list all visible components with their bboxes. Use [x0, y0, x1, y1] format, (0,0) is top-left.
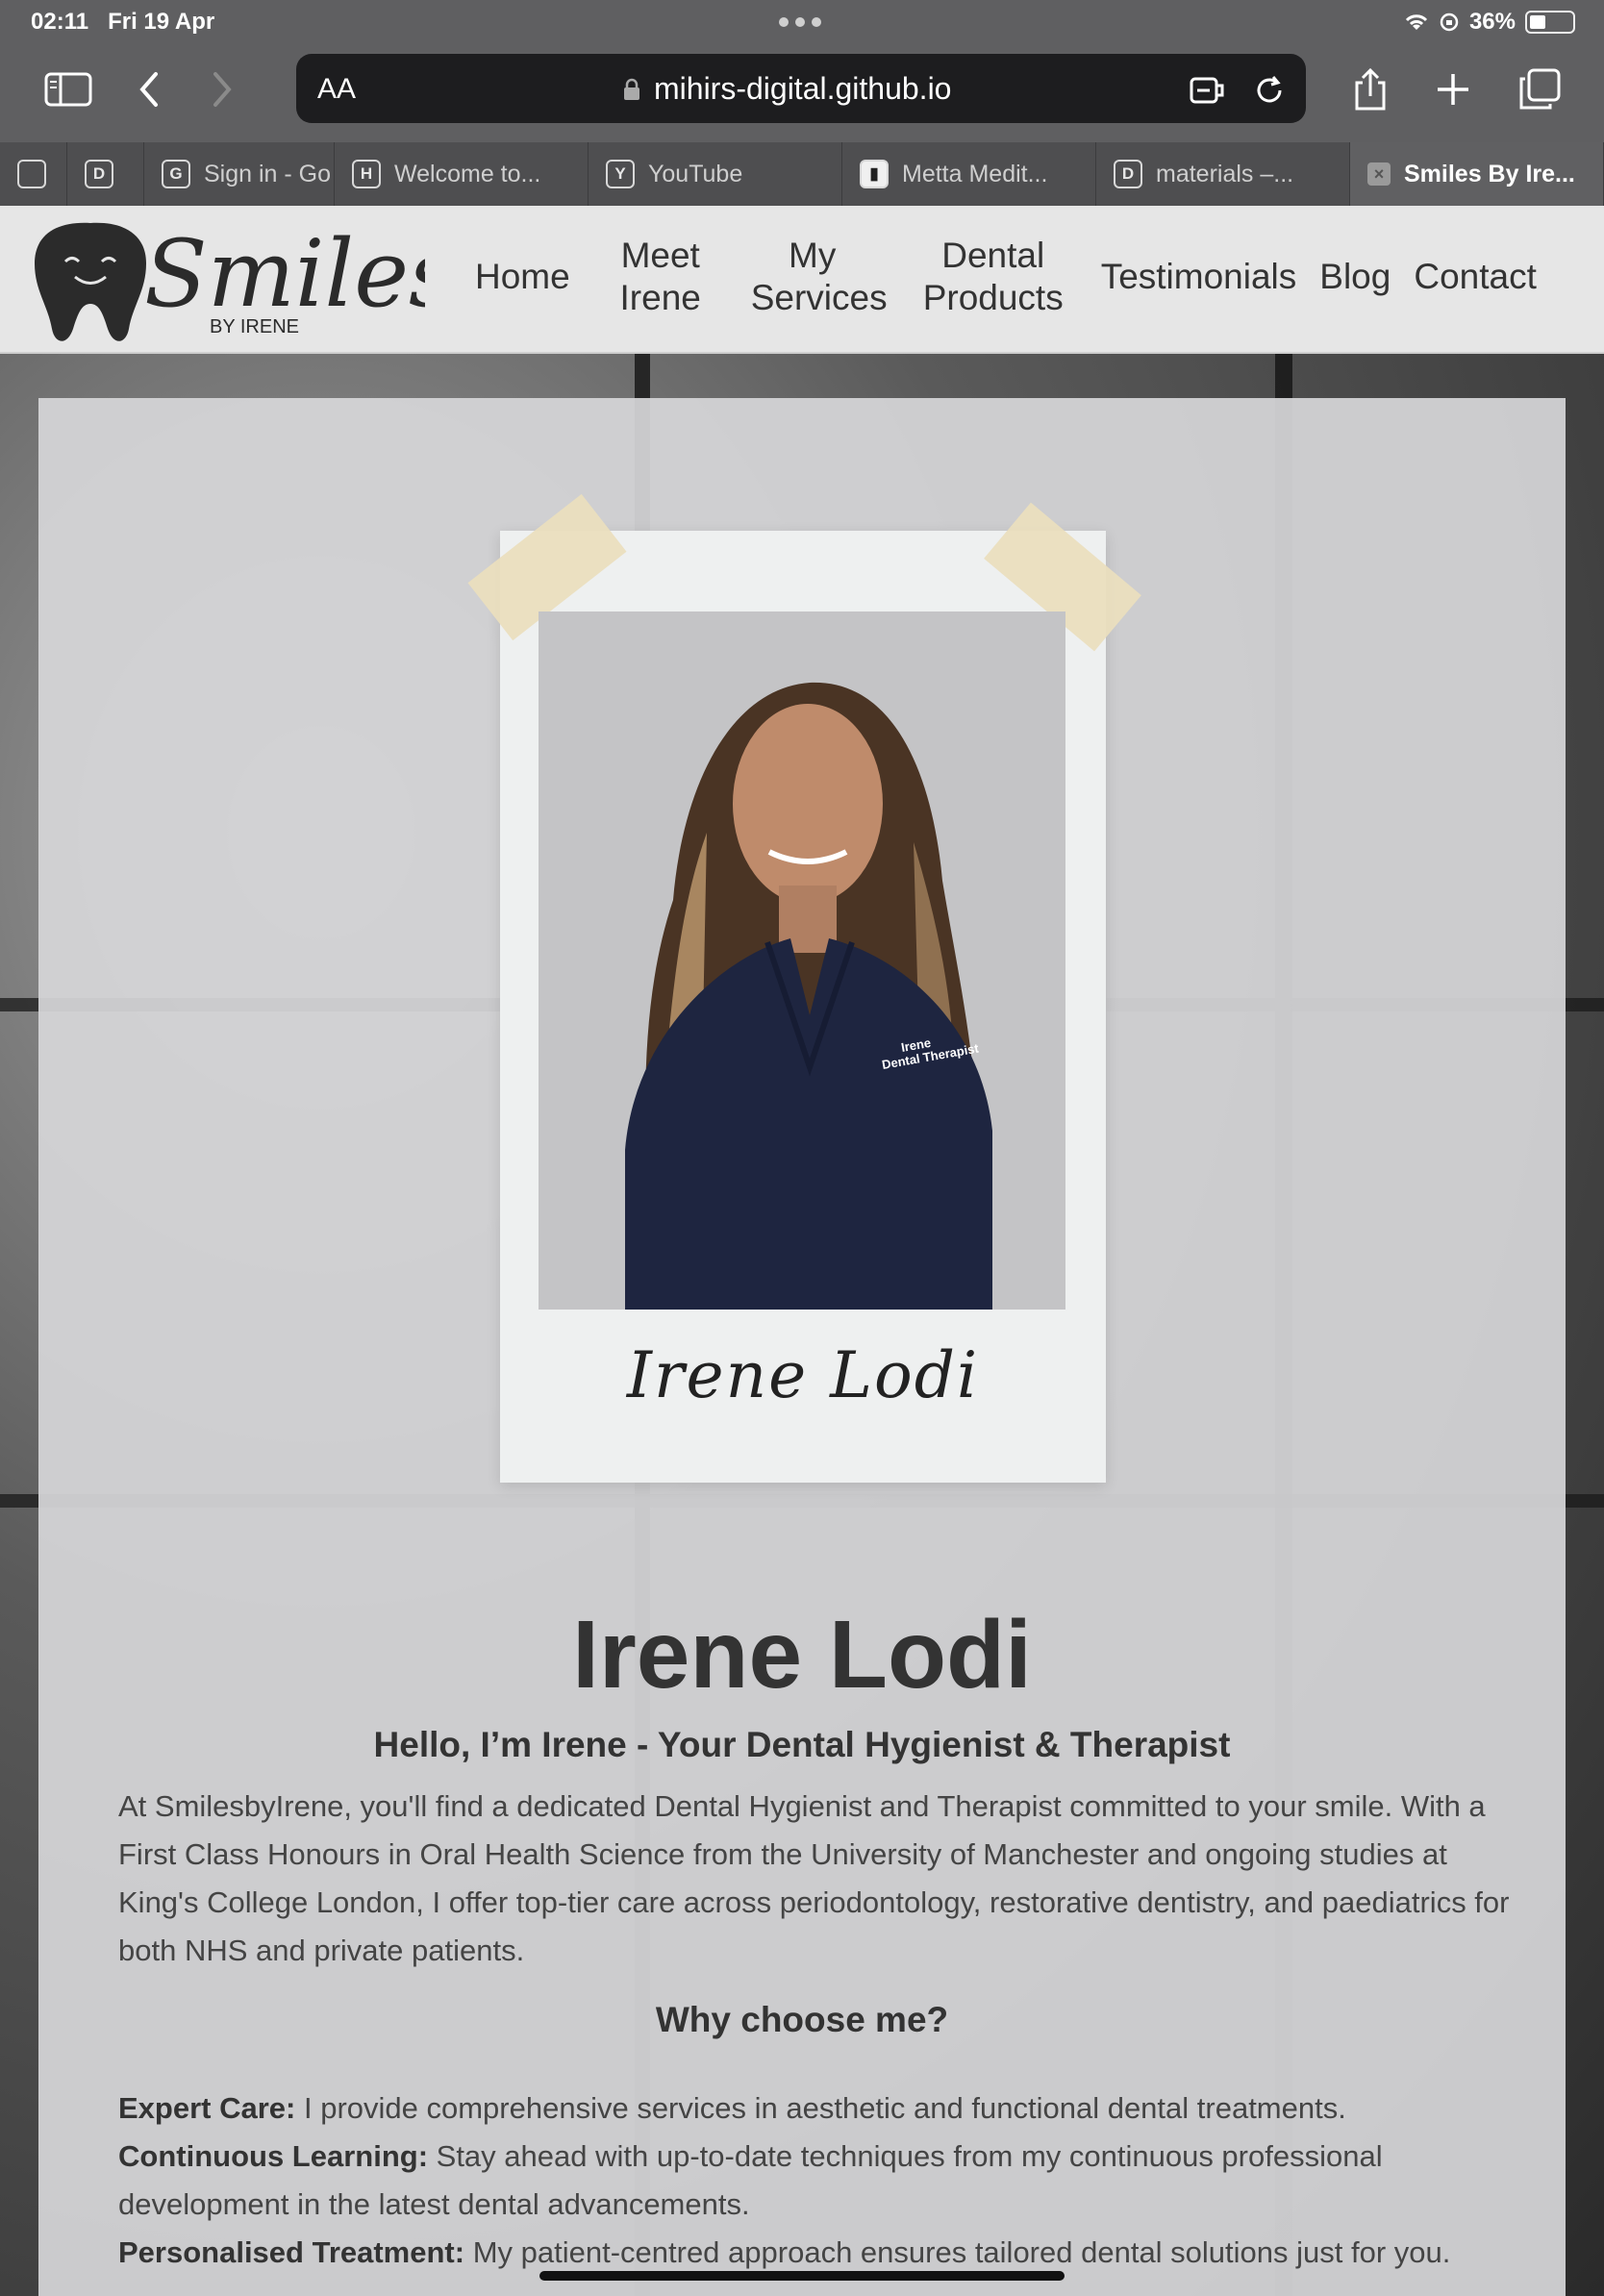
- tab-favicon-icon: Y: [606, 160, 635, 188]
- tab[interactable]: D: [67, 142, 144, 206]
- nav-home[interactable]: Home: [452, 256, 593, 298]
- tab[interactable]: [0, 142, 67, 206]
- about-card: Irene Dental Therapist Irene Lodi Irene …: [38, 398, 1566, 2296]
- nav-blog[interactable]: Blog: [1308, 256, 1402, 298]
- tab-favicon-icon: D: [1114, 160, 1142, 188]
- new-tab-icon[interactable]: [1419, 56, 1487, 123]
- tab-title: Sign in - Go: [204, 160, 332, 187]
- tab[interactable]: ▮ Metta Medit...: [842, 142, 1096, 206]
- tab-active[interactable]: × Smiles By Ire...: [1350, 142, 1604, 206]
- nav-dental-products[interactable]: Dental Products: [897, 235, 1090, 319]
- logo-wordmark: Smiles: [144, 220, 425, 328]
- nav-my-services[interactable]: My Services: [728, 235, 897, 319]
- orientation-lock-icon: [1440, 12, 1459, 32]
- intro-paragraph: At SmilesbyIrene, you'll find a dedicate…: [118, 1789, 1510, 1967]
- reason-item: Personalised Treatment: My patient-centr…: [118, 2235, 1451, 2269]
- page-title: Irene Lodi: [572, 1601, 1032, 1709]
- url-text: mihirs-digital.github.io: [654, 71, 952, 106]
- web-page: Smiles BY IRENE Home Meet Irene My Servi…: [0, 206, 1604, 2296]
- tab[interactable]: G Sign in - Go: [144, 142, 335, 206]
- meditation-favicon-icon: ▮: [860, 160, 889, 188]
- why-heading: Why choose me?: [655, 2000, 949, 2039]
- share-icon[interactable]: [1337, 56, 1404, 123]
- tab-favicon-icon: D: [85, 160, 113, 188]
- status-time: 02:11: [31, 9, 89, 35]
- nav-contact[interactable]: Contact: [1402, 256, 1548, 298]
- polaroid-photo-frame: Irene Dental Therapist Irene Lodi: [467, 493, 1141, 1483]
- tab[interactable]: H Welcome to...: [335, 142, 589, 206]
- logo-tagline: BY IRENE: [210, 316, 299, 337]
- tab-title: Welcome to...: [394, 160, 541, 187]
- battery-level: [1530, 15, 1545, 29]
- tab-bar: D G Sign in - Go H Welcome to... Y YouTube …: [0, 142, 1604, 206]
- lock-icon: [624, 78, 639, 100]
- forward-icon[interactable]: [188, 56, 256, 123]
- tab-favicon-icon: H: [352, 160, 381, 188]
- tab-title: materials –...: [1156, 160, 1294, 187]
- tab[interactable]: Y YouTube: [589, 142, 842, 206]
- status-bar: 02:11 Fri 19 Apr 36%: [0, 0, 1604, 46]
- reason-item: Continuous Learning: Stay ahead with up-…: [118, 2139, 1383, 2221]
- signature: Irene Lodi: [626, 1338, 980, 1412]
- tab-favicon-icon: [17, 160, 46, 188]
- page-subtitle: Hello, I’m Irene - Your Dental Hygienist…: [373, 1725, 1231, 1764]
- status-date: Fri 19 Apr: [108, 9, 215, 35]
- wifi-icon: [1405, 14, 1428, 30]
- home-indicator[interactable]: [539, 2271, 1065, 2281]
- tab-title: YouTube: [648, 160, 743, 187]
- multitasking-dots-icon[interactable]: [779, 17, 821, 27]
- battery-icon: [1525, 11, 1575, 34]
- smiles-logo[interactable]: Smiles BY IRENE: [31, 213, 425, 348]
- sidebar-icon[interactable]: [35, 56, 102, 123]
- address-bar[interactable]: AA mihirs-digital.github.io: [296, 54, 1306, 123]
- close-tab-icon[interactable]: ×: [1367, 162, 1391, 186]
- nav-testimonials[interactable]: Testimonials: [1090, 256, 1309, 298]
- reload-icon[interactable]: [1248, 69, 1291, 112]
- tab[interactable]: Dmaterials –...: [1096, 142, 1350, 206]
- tab-title: Metta Medit...: [902, 160, 1048, 187]
- nav-meet-irene[interactable]: Meet Irene: [593, 235, 728, 319]
- tab-title: Smiles By Ire...: [1404, 160, 1575, 187]
- tab-favicon-icon: G: [162, 160, 190, 188]
- browser-toolbar: AA mihirs-digital.github.io: [0, 46, 1604, 142]
- reason-item: Expert Care: I provide comprehensive ser…: [118, 2091, 1346, 2125]
- battery-percentage: 36%: [1468, 9, 1516, 35]
- site-navbar: Smiles BY IRENE Home Meet Irene My Servi…: [0, 206, 1604, 354]
- main-nav: Home Meet Irene My Services Dental Produ…: [452, 235, 1548, 319]
- reader-options-button[interactable]: AA: [317, 73, 356, 106]
- profile-photo: Irene Dental Therapist: [539, 611, 1065, 1310]
- back-icon[interactable]: [115, 56, 183, 123]
- reasons-list: Expert Care: I provide comprehensive ser…: [118, 2084, 1522, 2277]
- tab-overview-icon[interactable]: [1506, 56, 1573, 123]
- extensions-icon[interactable]: [1187, 69, 1229, 112]
